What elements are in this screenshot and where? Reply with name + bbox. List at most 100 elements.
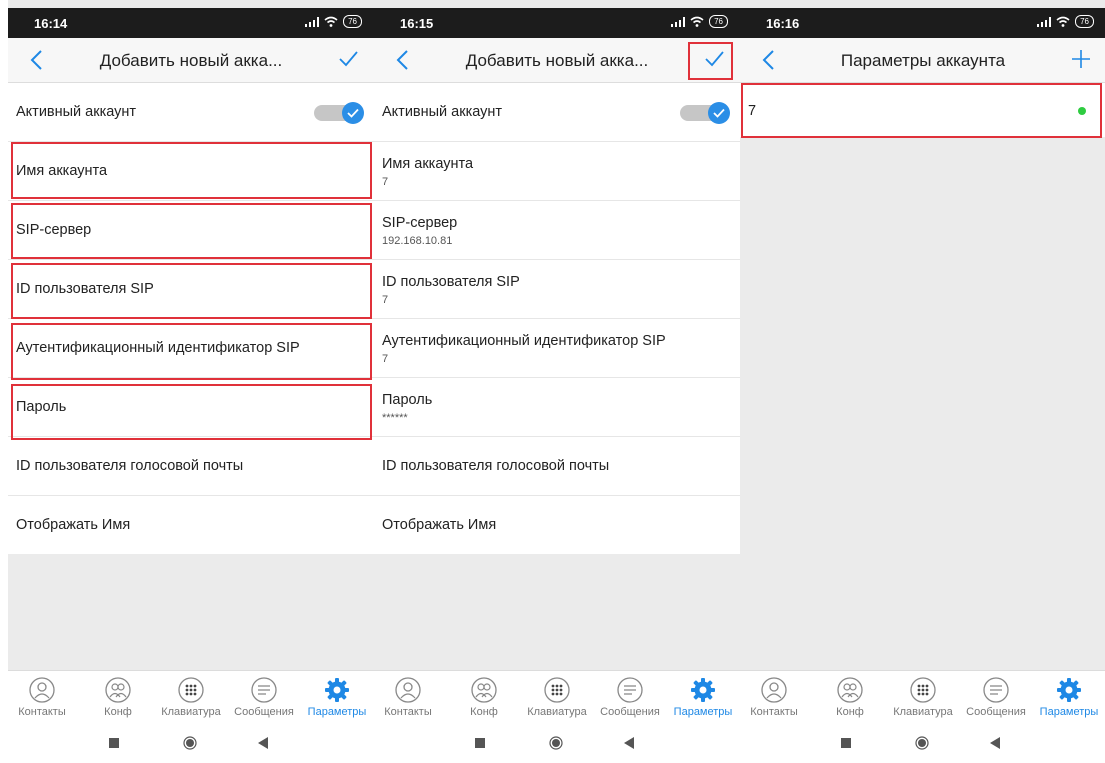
keypad-icon (544, 677, 570, 703)
signal-icon (671, 16, 686, 27)
back-icon[interactable] (758, 48, 780, 72)
tab-label: Конф (104, 706, 132, 718)
system-nav-bar (740, 727, 1105, 763)
status-time: 16:14 (34, 16, 68, 31)
contacts-icon (761, 677, 787, 703)
settings-gear-icon (1057, 678, 1081, 702)
conference-icon (837, 677, 863, 703)
back-icon[interactable] (26, 48, 48, 72)
row-value: ****** (382, 412, 408, 424)
active-account-toggle[interactable] (680, 102, 730, 124)
page-title: Параметры аккаунта (840, 51, 1006, 70)
account-item[interactable]: 7 (740, 83, 1105, 137)
tab-messages[interactable]: Сообщения (959, 677, 1033, 718)
tab-label: Параметры (673, 706, 733, 718)
tab-contacts[interactable]: Контакты (8, 677, 79, 718)
bottom-tab-bar: Контакты Конф Клавиатура Сообщения Парам… (8, 670, 374, 728)
battery-icon: 76 (343, 15, 362, 28)
check-icon (713, 108, 725, 118)
tab-keypad[interactable]: Клавиатура (520, 677, 594, 718)
voicemail-user-id-row[interactable]: ID пользователя голосовой почты (8, 437, 374, 496)
sip-server-row[interactable]: SIP-сервер (8, 201, 374, 260)
tab-settings[interactable]: Параметры (1032, 677, 1105, 718)
bottom-tab-bar: Контакты Конф Клавиатура Сообщения Парам… (740, 670, 1105, 728)
recents-square-icon[interactable] (475, 738, 485, 748)
add-account-plus-icon[interactable] (1070, 48, 1092, 70)
tab-contacts[interactable]: Контакты (740, 677, 811, 718)
status-icons: 76 (305, 15, 362, 28)
sip-user-id-row[interactable]: ID пользователя SIP 7 (374, 260, 740, 319)
tab-conference[interactable]: Конф (81, 677, 155, 718)
status-icons: 76 (1037, 15, 1094, 28)
app-bar: Добавить новый акка... (374, 38, 740, 83)
back-triangle-icon[interactable] (258, 737, 268, 749)
account-name-row[interactable]: Имя аккаунта 7 (374, 142, 740, 201)
wifi-icon (1056, 16, 1070, 27)
tab-contacts[interactable]: Контакты (374, 677, 445, 718)
row-label: SIP-сервер (382, 215, 458, 231)
status-bar: 16:16 76 (740, 8, 1105, 38)
tab-settings[interactable]: Параметры (300, 677, 374, 718)
row-label: Имя аккаунта (382, 156, 474, 172)
tab-label: Контакты (384, 706, 432, 718)
tab-label: Клавиатура (527, 706, 587, 718)
row-label: Активный аккаунт (382, 104, 503, 120)
active-account-row[interactable]: Активный аккаунт (8, 83, 374, 142)
tab-label: Контакты (18, 706, 66, 718)
screen-add-account-filled: 16:15 76 Добавить новый акка... Активный… (374, 0, 740, 763)
row-label: SIP-сервер (16, 222, 92, 238)
recents-square-icon[interactable] (109, 738, 119, 748)
sip-auth-id-row[interactable]: Аутентификационный идентификатор SIP (8, 319, 374, 378)
tab-keypad[interactable]: Клавиатура (154, 677, 228, 718)
recents-square-icon[interactable] (841, 738, 851, 748)
home-circle-icon[interactable] (183, 736, 197, 750)
sip-auth-id-row[interactable]: Аутентификационный идентификатор SIP 7 (374, 319, 740, 378)
tab-settings[interactable]: Параметры (666, 677, 740, 718)
sip-user-id-row[interactable]: ID пользователя SIP (8, 260, 374, 319)
tab-conference[interactable]: Конф (813, 677, 887, 718)
back-triangle-icon[interactable] (624, 737, 634, 749)
tab-messages[interactable]: Сообщения (593, 677, 667, 718)
row-label: Отображать Имя (16, 517, 131, 533)
tab-keypad[interactable]: Клавиатура (886, 677, 960, 718)
home-circle-icon[interactable] (915, 736, 929, 750)
row-label: Отображать Имя (382, 517, 497, 533)
password-row[interactable]: Пароль ****** (374, 378, 740, 437)
account-settings-list: Активный аккаунт Имя аккаунта SIP-сервер… (8, 83, 374, 554)
voicemail-user-id-row[interactable]: ID пользователя голосовой почты (374, 437, 740, 496)
tab-label: Клавиатура (893, 706, 953, 718)
tab-conference[interactable]: Конф (447, 677, 521, 718)
battery-icon: 76 (709, 15, 728, 28)
signal-icon (305, 16, 320, 27)
sip-server-row[interactable]: SIP-сервер 192.168.10.81 (374, 201, 740, 260)
row-label: Пароль (382, 392, 433, 408)
save-check-icon[interactable] (700, 46, 728, 72)
bottom-tab-bar: Контакты Конф Клавиатура Сообщения Парам… (374, 670, 740, 728)
app-bar: Добавить новый акка... (8, 38, 374, 83)
tab-label: Конф (836, 706, 864, 718)
back-triangle-icon[interactable] (990, 737, 1000, 749)
status-time: 16:16 (766, 16, 800, 31)
row-label: Аутентификационный идентификатор SIP (382, 333, 666, 349)
tab-messages[interactable]: Сообщения (227, 677, 301, 718)
contacts-icon (395, 677, 421, 703)
row-label: ID пользователя голосовой почты (16, 458, 244, 474)
status-bar: 16:14 76 (8, 8, 374, 38)
account-name-row[interactable]: Имя аккаунта (8, 142, 374, 201)
screen-account-parameters: 16:16 76 Параметры аккаунта 7 Контакты К… (740, 0, 1105, 763)
active-account-toggle[interactable] (314, 102, 364, 124)
signal-icon (1037, 16, 1052, 27)
active-account-row[interactable]: Активный аккаунт (374, 83, 740, 142)
check-icon (347, 108, 359, 118)
display-name-row[interactable]: Отображать Имя (8, 496, 374, 554)
battery-icon: 76 (1075, 15, 1094, 28)
row-value: 7 (382, 353, 389, 365)
tab-label: Конф (470, 706, 498, 718)
status-icons: 76 (671, 15, 728, 28)
home-circle-icon[interactable] (549, 736, 563, 750)
tab-label: Клавиатура (161, 706, 221, 718)
password-row[interactable]: Пароль (8, 378, 374, 437)
display-name-row[interactable]: Отображать Имя (374, 496, 740, 554)
save-check-icon[interactable] (334, 46, 362, 72)
back-icon[interactable] (392, 48, 414, 72)
